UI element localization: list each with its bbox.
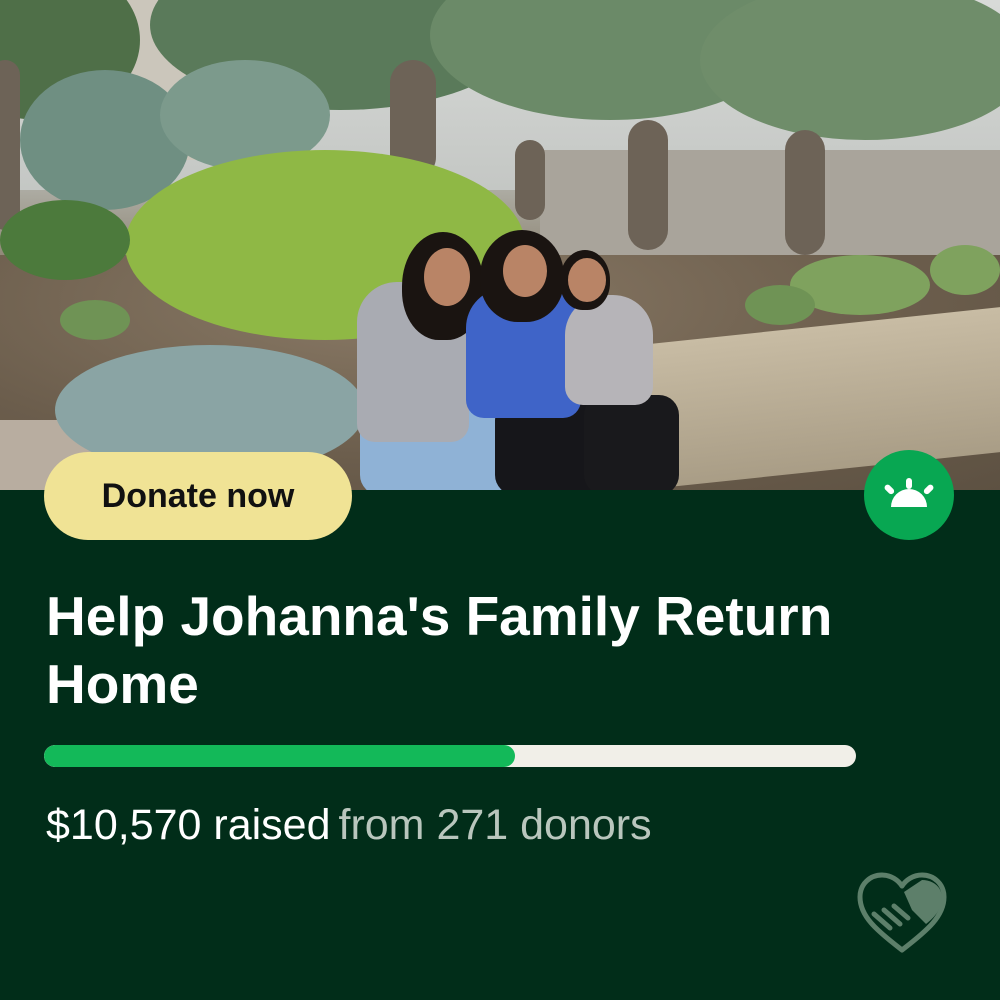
sunrise-icon: [864, 450, 954, 540]
agave-plant: [745, 285, 815, 325]
agave-plant: [60, 300, 130, 340]
donate-now-button[interactable]: Donate now: [44, 452, 352, 540]
green-shrub: [0, 200, 130, 280]
sunrise-icon-graphic: [884, 478, 934, 507]
tree-trunk: [515, 140, 545, 220]
photo-building-right: [540, 150, 1000, 260]
heart-handshake-icon: [857, 872, 947, 953]
fundraiser-stats: $10,570 raised from 271 donors: [46, 800, 652, 850]
tree-trunk: [628, 120, 668, 250]
agave-plant: [930, 245, 1000, 295]
amount-raised: $10,570 raised: [46, 801, 331, 849]
fundraiser-card[interactable]: Donate now Help Johanna's Family Return …: [0, 0, 1000, 1000]
tree-trunk: [785, 130, 825, 255]
progress-bar-fill: [44, 745, 515, 767]
fundraiser-photo[interactable]: [0, 0, 1000, 490]
fundraiser-title[interactable]: Help Johanna's Family Return Home: [46, 582, 926, 718]
donor-count: from 271 donors: [338, 801, 652, 849]
progress-bar: [44, 745, 856, 767]
tree-trunk: [0, 60, 20, 230]
